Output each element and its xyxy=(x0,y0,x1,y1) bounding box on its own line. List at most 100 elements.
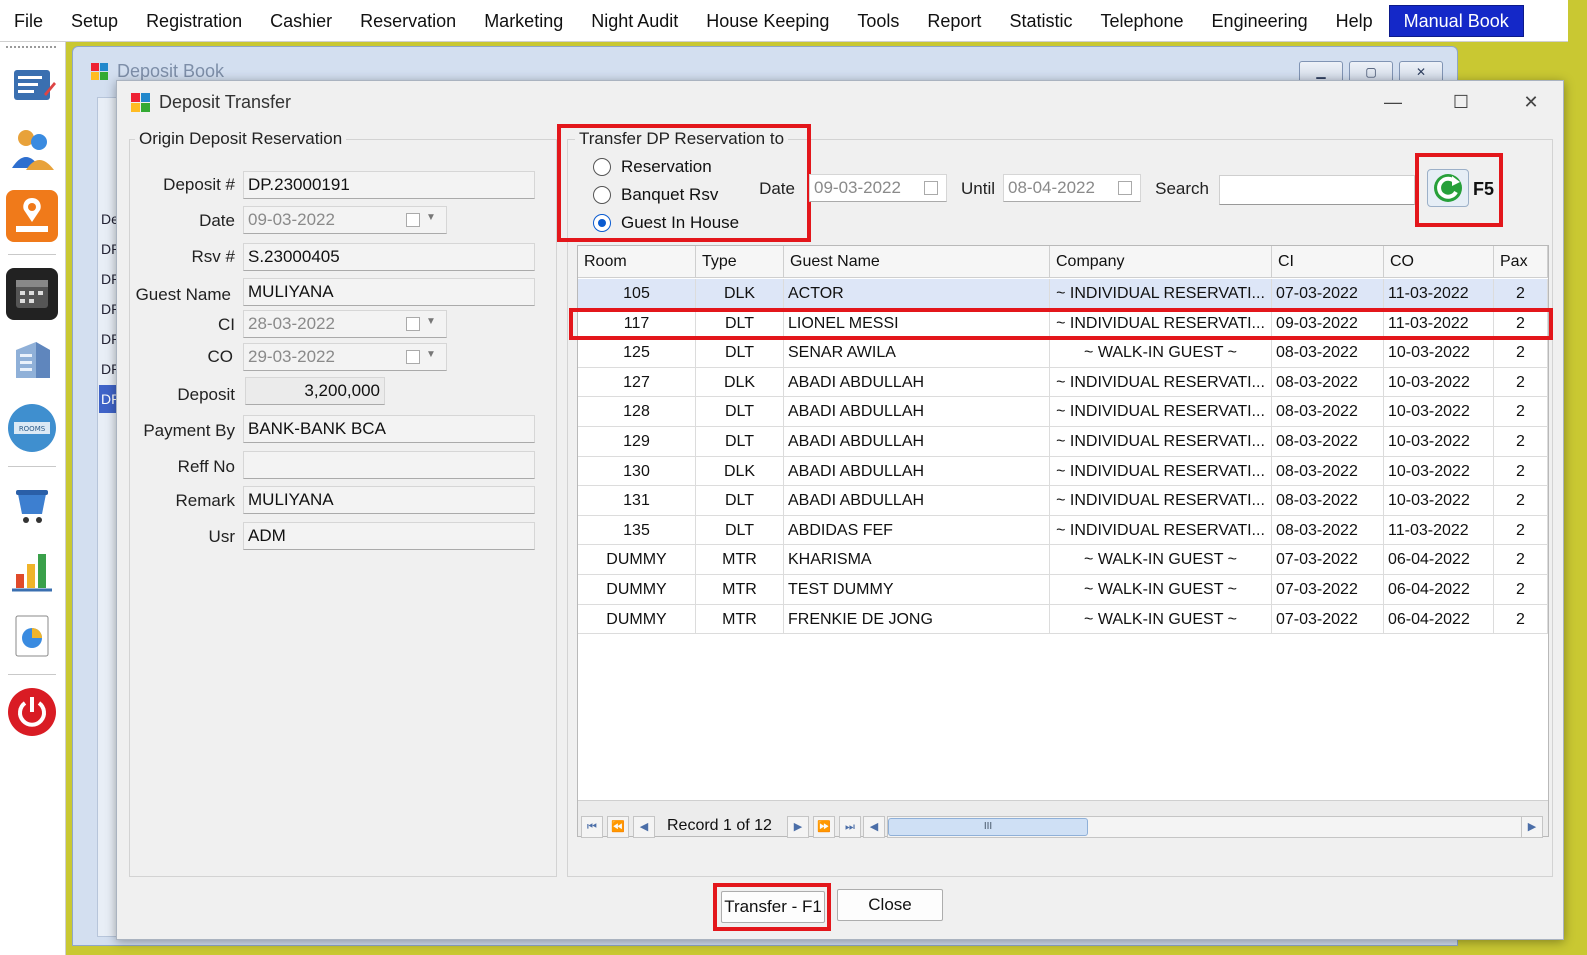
cell-co: 11-03-2022 xyxy=(1384,515,1494,545)
co-label: CO xyxy=(207,347,234,366)
menu-tools[interactable]: Tools xyxy=(843,0,913,42)
calendar-icon[interactable] xyxy=(406,317,420,331)
last-record-icon[interactable]: ⏭ xyxy=(839,816,861,838)
menu-marketing[interactable]: Marketing xyxy=(470,0,577,42)
usr-field[interactable]: ADM xyxy=(243,522,535,550)
menu-bar: File Setup Registration Cashier Reservation M… xyxy=(0,0,1568,42)
calendar-icon[interactable] xyxy=(6,268,58,320)
cell-room: DUMMY xyxy=(578,575,696,604)
next-record-icon[interactable]: ▶ xyxy=(787,816,809,838)
cell-pax: 2 xyxy=(1494,575,1548,604)
cart-icon[interactable] xyxy=(6,478,58,530)
dialog-close-button[interactable]: ✕ xyxy=(1509,87,1553,117)
scrollbar-thumb[interactable]: III xyxy=(888,818,1088,836)
cell-guest-name: ABADI ABDULLAH xyxy=(784,427,1050,456)
selected-row-highlight xyxy=(569,308,1553,340)
horizontal-scrollbar[interactable]: III xyxy=(887,816,1537,838)
guest-name-field[interactable]: MULIYANA xyxy=(243,278,535,306)
scroll-right-icon[interactable]: ▶ xyxy=(1521,816,1543,838)
deposit-no-field[interactable]: DP.23000191 xyxy=(243,171,535,199)
menu-statistic[interactable]: Statistic xyxy=(995,0,1086,42)
table-row[interactable]: 128 DLT ABADI ABDULLAH ~ INDIVIDUAL RESERVA… xyxy=(578,397,1548,427)
previous-record-icon[interactable]: ◀ xyxy=(633,816,655,838)
table-row[interactable]: 105 DLK ACTOR ~ INDIVIDUAL RESERVATI... 07-0… xyxy=(578,279,1548,309)
floor-map-icon[interactable] xyxy=(6,190,58,242)
registration-form-icon[interactable] xyxy=(6,60,58,112)
column-header-co[interactable]: CO xyxy=(1384,246,1494,278)
chevron-down-icon[interactable]: ▼ xyxy=(426,316,436,327)
menu-manual-book[interactable]: Manual Book xyxy=(1388,4,1524,37)
previous-page-icon[interactable]: ⏪ xyxy=(607,816,629,838)
menu-file[interactable]: File xyxy=(0,0,57,42)
cell-type: DLT xyxy=(696,338,784,368)
calendar-icon[interactable] xyxy=(406,350,420,364)
reff-no-field[interactable] xyxy=(243,451,535,479)
table-row[interactable]: 127 DLK ABADI ABDULLAH ~ INDIVIDUAL RESERVA… xyxy=(578,367,1548,398)
menu-house-keeping[interactable]: House Keeping xyxy=(692,0,843,42)
date-field[interactable]: 09-03-2022 ▼ xyxy=(243,206,447,234)
calendar-icon[interactable] xyxy=(406,213,420,227)
table-row[interactable]: 125 DLT SENAR AWILA ~ WALK-IN GUEST ~08-03-… xyxy=(578,338,1548,368)
record-count-text: Record 1 of 12 xyxy=(667,817,772,834)
cell-guest-name: FRENKIE DE JONG xyxy=(784,604,1050,634)
cell-guest-name: SENAR AWILA xyxy=(784,338,1050,368)
remark-field[interactable]: MULIYANA xyxy=(243,486,535,514)
cell-pax: 2 xyxy=(1494,427,1548,456)
next-page-icon[interactable]: ⏩ xyxy=(813,816,835,838)
pie-report-icon[interactable] xyxy=(6,610,58,662)
cell-room: 128 xyxy=(578,397,696,427)
refresh-highlight xyxy=(1415,153,1503,227)
cell-company: ~ INDIVIDUAL RESERVATI... xyxy=(1050,456,1272,486)
table-row[interactable]: 135 DLT ABDIDAS FEF ~ INDIVIDUAL RESERVATI.… xyxy=(578,515,1548,546)
column-header-company[interactable]: Company xyxy=(1050,246,1272,278)
cell-co: 10-03-2022 xyxy=(1384,397,1494,427)
menu-registration[interactable]: Registration xyxy=(132,0,256,42)
first-record-icon[interactable]: ⏮ xyxy=(581,816,603,838)
guests-icon[interactable] xyxy=(6,122,58,174)
table-row[interactable]: DUMMY MTR KHARISMA ~ WALK-IN GUEST ~07-03-2… xyxy=(578,545,1548,575)
rsv-field[interactable]: S.23000405 xyxy=(243,243,535,271)
column-header-room[interactable]: Room xyxy=(578,246,696,278)
power-off-icon[interactable] xyxy=(6,686,58,738)
column-header-pax[interactable]: Pax xyxy=(1494,246,1548,278)
menu-night-audit[interactable]: Night Audit xyxy=(577,0,692,42)
column-header-type[interactable]: Type xyxy=(696,246,784,278)
ci-field[interactable]: 28-03-2022 ▼ xyxy=(243,310,447,338)
cell-co: 10-03-2022 xyxy=(1384,427,1494,456)
deposit-amount-field[interactable]: 3,200,000 xyxy=(245,377,385,405)
chevron-down-icon[interactable]: ▼ xyxy=(426,349,436,360)
bar-chart-icon[interactable] xyxy=(6,544,58,596)
rooms-available-icon[interactable]: ROOMS xyxy=(6,402,58,454)
dialog-maximize-button[interactable]: ☐ xyxy=(1439,87,1483,117)
co-field[interactable]: 29-03-2022 ▼ xyxy=(243,343,447,371)
until-label: Until xyxy=(960,179,995,198)
search-input[interactable] xyxy=(1219,175,1415,205)
table-row[interactable]: 130 DLK ABADI ABDULLAH ~ INDIVIDUAL RESERVA… xyxy=(578,456,1548,487)
column-header-ci[interactable]: CI xyxy=(1272,246,1384,278)
chevron-down-icon[interactable]: ▼ xyxy=(426,212,436,223)
cell-pax: 2 xyxy=(1494,545,1548,575)
menu-setup[interactable]: Setup xyxy=(57,0,132,42)
menu-telephone[interactable]: Telephone xyxy=(1086,0,1197,42)
menu-reservation[interactable]: Reservation xyxy=(346,0,470,42)
menu-engineering[interactable]: Engineering xyxy=(1198,0,1322,42)
table-row[interactable]: DUMMY MTR TEST DUMMY ~ WALK-IN GUEST ~07-03… xyxy=(578,575,1548,605)
scroll-left-icon[interactable]: ◀ xyxy=(863,816,885,838)
cell-room: 125 xyxy=(578,338,696,368)
close-dialog-button[interactable]: Close xyxy=(837,889,943,921)
building-icon[interactable] xyxy=(6,334,58,386)
menu-help[interactable]: Help xyxy=(1322,0,1387,42)
table-row[interactable]: 129 DLT ABADI ABDULLAH ~ INDIVIDUAL RESERVA… xyxy=(578,427,1548,457)
menu-report[interactable]: Report xyxy=(913,0,995,42)
column-header-guest-name[interactable]: Guest Name xyxy=(784,246,1050,278)
cell-pax: 2 xyxy=(1494,604,1548,634)
cell-pax: 2 xyxy=(1494,456,1548,486)
menu-cashier[interactable]: Cashier xyxy=(256,0,346,42)
toolbar-grip xyxy=(6,46,56,48)
payment-by-field[interactable]: BANK-BANK BCA xyxy=(243,415,535,443)
transfer-button-highlight xyxy=(713,883,831,931)
table-row[interactable]: DUMMY MTR FRENKIE DE JONG ~ WALK-IN GUEST ~… xyxy=(578,604,1548,635)
cell-type: DLT xyxy=(696,486,784,516)
dialog-minimize-button[interactable]: — xyxy=(1371,87,1415,117)
table-row[interactable]: 131 DLT ABADI ABDULLAH ~ INDIVIDUAL RESERVA… xyxy=(578,486,1548,516)
